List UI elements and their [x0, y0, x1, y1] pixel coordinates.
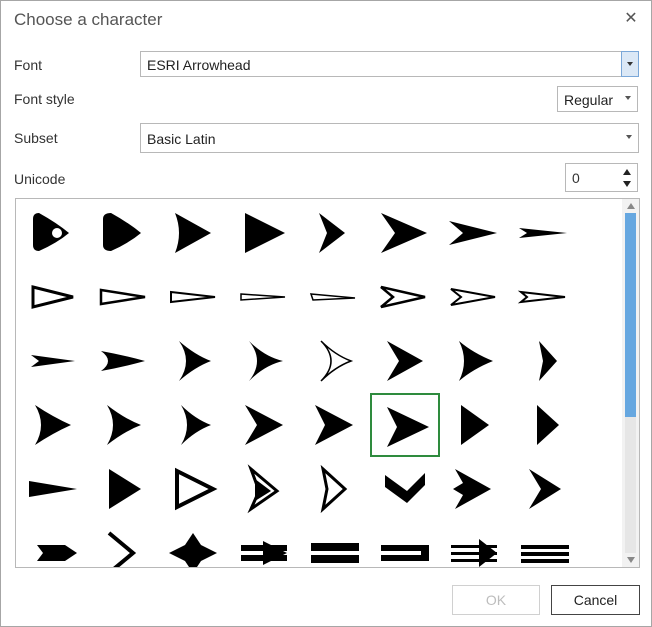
- unicode-stepper[interactable]: 0: [565, 163, 638, 192]
- arrowhead-pentagon-icon[interactable]: [20, 521, 90, 567]
- arrowhead-narrow-barbed-icon[interactable]: [440, 201, 510, 265]
- font-style-value: Regular: [564, 92, 614, 108]
- dialog-title: Choose a character: [14, 10, 163, 29]
- font-value: ESRI Arrowhead: [147, 57, 251, 73]
- chevron-down-icon: [625, 96, 631, 100]
- arrowhead-chevron-curved-icon[interactable]: [510, 329, 580, 393]
- arrowhead-outline-barbed-icon[interactable]: [370, 265, 440, 329]
- arrowhead-notched-icon[interactable]: [300, 201, 370, 265]
- subset-combobox[interactable]: Basic Latin: [140, 123, 639, 153]
- arrowhead-dart-icon[interactable]: [20, 329, 90, 393]
- font-style-label: Font style: [14, 91, 75, 107]
- arrowhead-double-chevron-icon[interactable]: [300, 457, 370, 521]
- ok-button[interactable]: OK: [452, 585, 540, 615]
- arrowhead-striped-4-icon[interactable]: [440, 521, 510, 567]
- arrowhead-outline-thin-icon[interactable]: [160, 265, 230, 329]
- arrowhead-barbed-icon[interactable]: [370, 201, 440, 265]
- arrowhead-boomerang-icon[interactable]: [370, 457, 440, 521]
- grid-scrollbar[interactable]: [622, 199, 639, 567]
- scroll-up-icon[interactable]: [627, 203, 635, 209]
- arrowhead-curved-barb-2-icon[interactable]: [230, 329, 300, 393]
- scroll-thumb[interactable]: [625, 213, 636, 417]
- arrowhead-notched-selected-icon[interactable]: [370, 393, 440, 457]
- chevron-down-icon: [627, 62, 633, 66]
- arrowhead-rounded-icon[interactable]: [90, 201, 160, 265]
- arrowhead-outline-hairline-2-icon[interactable]: [300, 265, 370, 329]
- character-grid: [15, 198, 640, 568]
- arrowhead-triangle-narrow-icon[interactable]: [510, 393, 580, 457]
- close-icon[interactable]: ✕: [623, 10, 639, 28]
- subset-label: Subset: [14, 130, 58, 146]
- chevron-down-icon: [626, 135, 632, 139]
- font-dropdown-button[interactable]: [621, 51, 639, 77]
- arrowhead-striped-3-icon[interactable]: [370, 521, 440, 567]
- arrowhead-wedge-icon[interactable]: [160, 201, 230, 265]
- scroll-track[interactable]: [625, 213, 636, 553]
- arrowhead-curved-barb-3-icon[interactable]: [370, 329, 440, 393]
- cancel-button[interactable]: Cancel: [551, 585, 640, 615]
- arrowhead-striped-icon[interactable]: [230, 521, 300, 567]
- scroll-down-icon[interactable]: [627, 557, 635, 563]
- arrowhead-chevron-bold-icon[interactable]: [510, 457, 580, 521]
- arrowhead-notched-3-icon[interactable]: [90, 393, 160, 457]
- arrowhead-curved-barb-5-icon[interactable]: [160, 393, 230, 457]
- arrowhead-star-icon[interactable]: [160, 521, 230, 567]
- arrowhead-dart-wide-icon[interactable]: [90, 329, 160, 393]
- arrowhead-curved-barb-4-icon[interactable]: [440, 329, 510, 393]
- font-label: Font: [14, 57, 43, 73]
- arrowhead-fat-icon[interactable]: [90, 457, 160, 521]
- arrowhead-notched-2-icon[interactable]: [20, 393, 90, 457]
- arrowhead-triangle-icon[interactable]: [440, 393, 510, 457]
- arrowhead-notched-5-icon[interactable]: [300, 393, 370, 457]
- arrowhead-solid-large-icon[interactable]: [230, 201, 300, 265]
- font-combobox[interactable]: ESRI Arrowhead: [140, 51, 639, 77]
- arrowhead-flat-icon[interactable]: [20, 457, 90, 521]
- arrowhead-chevron-line-icon[interactable]: [90, 521, 160, 567]
- arrowhead-outline-narrow-icon[interactable]: [90, 265, 160, 329]
- arrowhead-rounded-hole-icon[interactable]: [20, 201, 90, 265]
- arrowhead-outline-split-icon[interactable]: [230, 457, 300, 521]
- arrowhead-outline-barbed-thin-icon[interactable]: [510, 265, 580, 329]
- arrowhead-double-barb-icon[interactable]: [440, 457, 510, 521]
- arrowhead-curved-barb-icon[interactable]: [160, 329, 230, 393]
- subset-value: Basic Latin: [147, 131, 216, 147]
- choose-character-dialog: Choose a character ✕ Font ESRI Arrowhead…: [0, 0, 652, 627]
- arrowhead-outline-barbed-2-icon[interactable]: [440, 265, 510, 329]
- arrowhead-striped-2-icon[interactable]: [300, 521, 370, 567]
- arrowhead-thin-icon[interactable]: [510, 201, 580, 265]
- arrowhead-outline-icon[interactable]: [20, 265, 90, 329]
- font-style-combobox[interactable]: Regular: [557, 86, 638, 112]
- arrowhead-striped-5-icon[interactable]: [510, 521, 580, 567]
- arrowhead-outline-fat-icon[interactable]: [160, 457, 230, 521]
- unicode-label: Unicode: [14, 171, 66, 187]
- arrowhead-notched-4-icon[interactable]: [230, 393, 300, 457]
- arrowhead-outline-hairline-icon[interactable]: [230, 265, 300, 329]
- arrowhead-curved-thin-icon[interactable]: [300, 329, 370, 393]
- spin-down-icon[interactable]: [623, 181, 631, 187]
- spin-up-icon[interactable]: [623, 169, 631, 175]
- unicode-value: 0: [572, 170, 580, 186]
